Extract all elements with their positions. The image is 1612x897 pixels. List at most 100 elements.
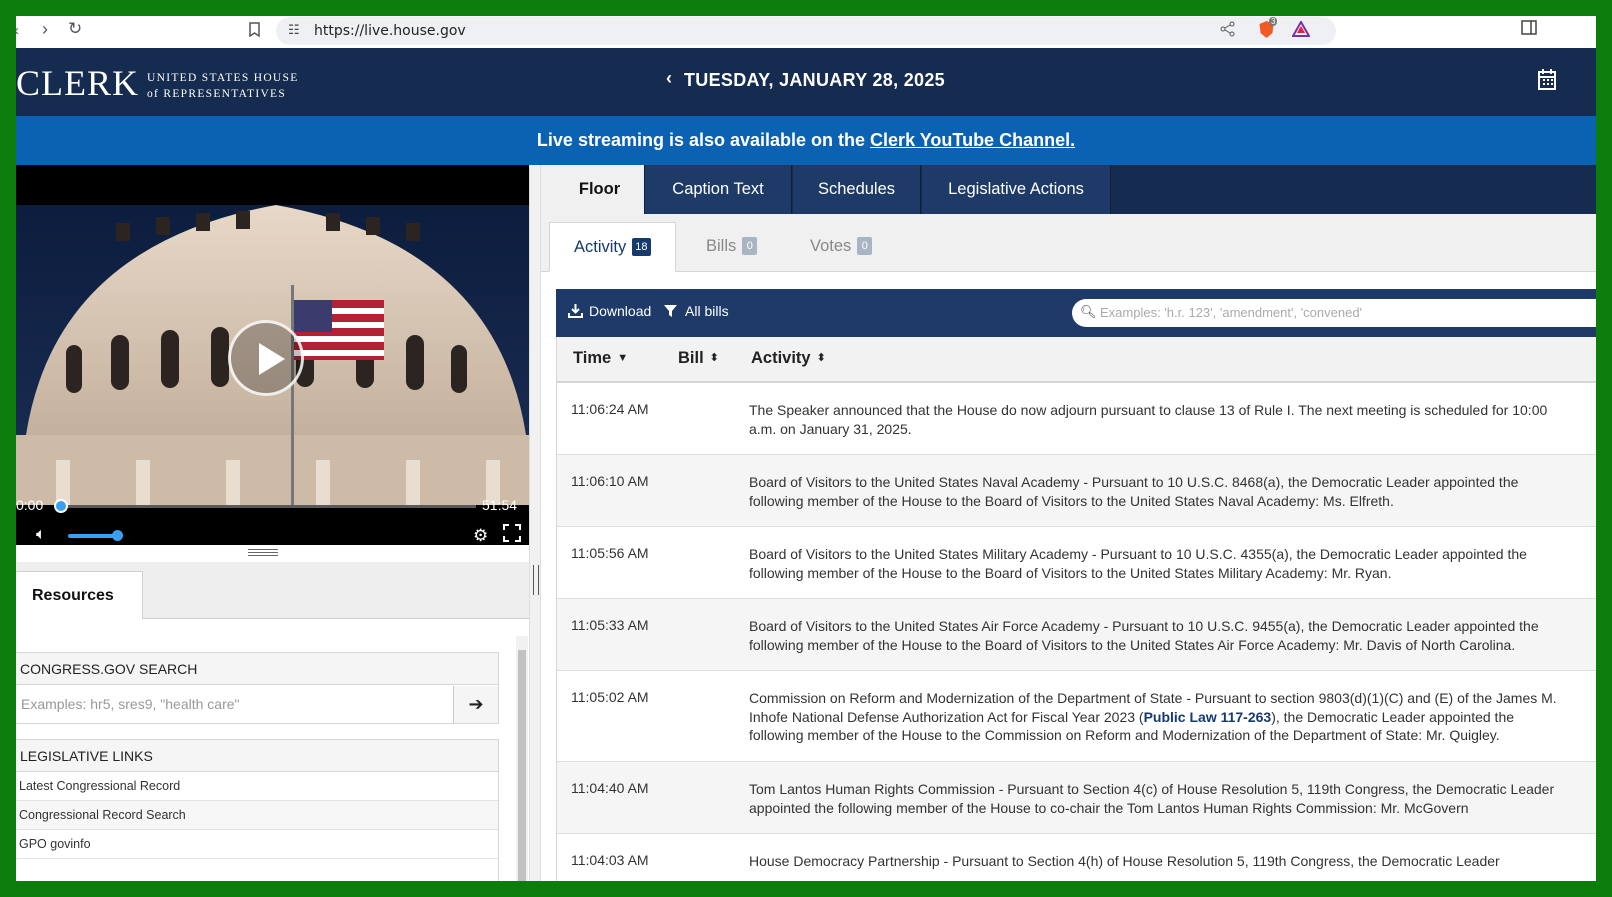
tab-schedules[interactable]: Schedules [793, 165, 921, 214]
subtab-activity-label: Activity [574, 238, 627, 256]
banner-text: Live streaming is also available on the [536, 130, 871, 150]
sidebar-toggle-icon[interactable] [1521, 20, 1537, 39]
reload-icon[interactable]: ↻ [68, 19, 82, 39]
legislative-links-list: Latest Congressional Record Congressiona… [16, 772, 498, 859]
sub-tabs: Activity 18 Bills 0 Votes 0 [541, 214, 1596, 272]
site-settings-icon[interactable]: ☷ [288, 22, 300, 38]
link-congressional-record-search[interactable]: Congressional Record Search [16, 801, 498, 830]
activity-toolbar: Download All bills 🔍︎ Examples: 'h.r. 12… [556, 289, 1596, 337]
video-player[interactable]: 0:00 51:54 🔈︎ ⚙ [16, 165, 529, 545]
chevron-left-icon[interactable]: ‹ [16, 22, 19, 39]
activity-table-body: 11:06:24 AM The Speaker announced that t… [556, 383, 1596, 881]
row-activity: Board of Visitors to the United States A… [749, 618, 1539, 653]
table-row: 11:05:56 AM Board of Visitors to the Uni… [557, 527, 1596, 599]
video-progress-thumb[interactable] [54, 499, 68, 513]
column-activity[interactable]: Activity ⬍ [751, 349, 826, 368]
panel-splitter[interactable] [529, 165, 541, 881]
congress-search-panel: CONGRESS.GOV SEARCH Examples: hr5, sres9… [16, 652, 499, 724]
youtube-channel-link[interactable]: Clerk YouTube Channel. [870, 130, 1075, 150]
row-time: 11:06:24 AM [571, 401, 649, 417]
sort-icon: ⬍ [709, 352, 719, 364]
row-activity: House Democracy Partnership - Pursuant t… [749, 853, 1500, 869]
activity-count-badge: 18 [632, 238, 651, 256]
volume-icon[interactable]: 🔈︎ [36, 526, 46, 544]
resources-scrollbar[interactable] [516, 636, 528, 881]
row-activity: Tom Lantos Human Rights Commission - Pur… [749, 781, 1555, 816]
site-header: CLERK UNITED STATES HOUSE of REPRESENTAT… [16, 48, 1596, 116]
table-row: 11:06:24 AM The Speaker announced that t… [557, 383, 1596, 455]
bills-count-badge: 0 [742, 237, 758, 255]
activity-search-placeholder: Examples: 'h.r. 123', 'amendment', 'conv… [1100, 305, 1363, 320]
table-row: 11:04:03 AM House Democracy Partnership … [557, 834, 1596, 881]
fullscreen-icon[interactable] [503, 524, 521, 545]
row-time: 11:05:02 AM [571, 689, 649, 705]
brave-badge: 3 [1269, 17, 1278, 26]
chevron-right-icon[interactable]: › [42, 19, 48, 40]
congress-search-input[interactable]: Examples: hr5, sres9, "health care" [16, 686, 454, 723]
row-activity: Board of Visitors to the United States N… [749, 474, 1519, 509]
column-bill-label: Bill [678, 349, 704, 367]
column-time-label: Time [573, 349, 612, 367]
sort-desc-icon: ▼ [617, 352, 629, 364]
brave-rewards-icon[interactable] [1291, 19, 1311, 42]
calendar-icon[interactable] [1538, 68, 1556, 96]
video-time-current: 0:00 [16, 497, 44, 513]
date-title[interactable]: TUESDAY, JANUARY 28, 2025 [684, 70, 945, 91]
arrow-right-icon[interactable]: ➔ [454, 686, 498, 723]
table-row: 11:05:33 AM Board of Visitors to the Uni… [557, 599, 1596, 671]
row-activity: The Speaker announced that the House do … [749, 402, 1548, 437]
sort-icon: ⬍ [816, 352, 826, 364]
play-button[interactable] [228, 320, 304, 396]
activity-table-header: Time ▼ Bill ⬍ Activity ⬍ [556, 337, 1596, 383]
activity-search-input[interactable]: 🔍︎ Examples: 'h.r. 123', 'amendment', 'c… [1072, 299, 1596, 327]
votes-count-badge: 0 [857, 237, 873, 255]
column-activity-label: Activity [751, 349, 811, 367]
search-icon: 🔍︎ [1080, 304, 1097, 319]
gear-icon[interactable]: ⚙ [473, 526, 488, 545]
browser-toolbar: ‹ › ↻ ☷ https://live.house.gov 3 [16, 16, 1596, 48]
volume-slider-thumb[interactable] [112, 530, 123, 541]
congress-search-heading: CONGRESS.GOV SEARCH [16, 653, 498, 685]
previous-day-icon[interactable]: ‹ [666, 68, 672, 89]
row-time: 11:04:03 AM [571, 852, 649, 868]
table-row: 11:04:40 AM Tom Lantos Human Rights Comm… [557, 762, 1596, 834]
tab-resources[interactable]: Resources [16, 571, 143, 619]
filter-bills-button[interactable]: All bills [664, 303, 729, 319]
resize-handle[interactable] [248, 549, 278, 556]
video-time-total: 51:54 [482, 497, 518, 513]
column-time[interactable]: Time ▼ [573, 349, 628, 368]
subtab-votes[interactable]: Votes 0 [810, 222, 873, 272]
tab-caption-text[interactable]: Caption Text [645, 165, 792, 214]
row-activity: Board of Visitors to the United States M… [749, 546, 1527, 581]
floor-panel: Floor Caption Text Schedules Legislative… [541, 165, 1596, 881]
link-latest-congressional-record[interactable]: Latest Congressional Record [16, 772, 498, 801]
video-progress-bar[interactable] [56, 505, 476, 508]
live-streaming-banner: Live streaming is also available on the … [16, 116, 1596, 165]
clerk-logo-wordmark[interactable]: CLERK [16, 62, 139, 104]
download-label: Download [589, 303, 652, 319]
link-gpo-govinfo[interactable]: GPO govinfo [16, 830, 498, 859]
table-row: 11:05:02 AM Commission on Reform and Mod… [557, 671, 1596, 762]
url-text: https://live.house.gov [314, 23, 466, 39]
filter-label: All bills [685, 303, 729, 319]
row-time: 11:06:10 AM [571, 473, 649, 489]
subtab-bills[interactable]: Bills 0 [706, 222, 758, 272]
tab-legislative-actions[interactable]: Legislative Actions [922, 165, 1111, 214]
public-law-link[interactable]: Public Law 117-263 [1144, 709, 1272, 725]
row-activity: Commission on Reform and Modernization o… [749, 689, 1596, 745]
download-icon [568, 304, 583, 318]
legislative-links-heading: LEGISLATIVE LINKS [16, 740, 498, 772]
subtab-activity[interactable]: Activity 18 [549, 222, 676, 272]
table-row: 11:06:10 AM Board of Visitors to the Uni… [557, 455, 1596, 527]
bookmark-icon[interactable] [248, 22, 261, 40]
column-bill[interactable]: Bill ⬍ [678, 349, 719, 368]
download-button[interactable]: Download [568, 303, 651, 319]
tab-floor[interactable]: Floor [541, 165, 645, 214]
subtab-votes-label: Votes [810, 237, 852, 255]
clerk-logo-line2: of REPRESENTATIVES [147, 88, 287, 100]
browser-window: ‹ › ↻ ☷ https://live.house.gov 3 CLERK U… [16, 16, 1596, 881]
address-bar[interactable]: ☷ https://live.house.gov 3 [276, 17, 1336, 45]
legislative-links-panel: LEGISLATIVE LINKS Latest Congressional R… [16, 739, 499, 881]
share-icon[interactable] [1220, 21, 1235, 42]
row-time: 11:05:56 AM [571, 545, 649, 561]
